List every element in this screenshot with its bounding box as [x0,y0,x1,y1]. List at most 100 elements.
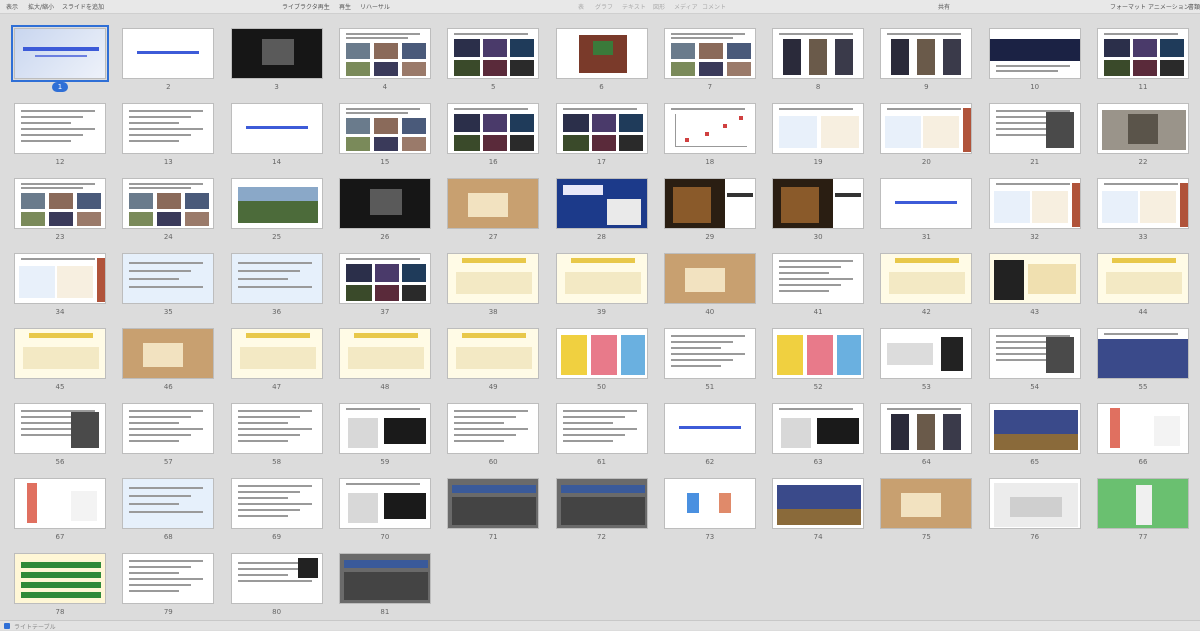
slide-thumbnail[interactable] [880,178,973,229]
slide-thumbnail-cell[interactable]: 4 [338,28,431,96]
slide-thumbnail[interactable] [230,478,323,529]
slide-thumbnail-cell[interactable]: 69 [230,478,323,546]
slide-thumbnail[interactable] [772,403,865,454]
slide-thumbnail-cell[interactable]: 7 [663,28,756,96]
slide-thumbnail[interactable] [338,253,431,304]
slide-thumbnail-cell[interactable]: 3 [230,28,323,96]
slide-thumbnail-cell[interactable]: 50 [555,328,648,396]
slide-thumbnail-cell[interactable]: 56 [14,403,106,471]
slide-thumbnail[interactable] [663,28,756,79]
slide-thumbnail[interactable] [338,178,431,229]
slide-thumbnail[interactable] [663,328,756,379]
slide-thumbnail-cell[interactable]: 48 [338,328,431,396]
slide-thumbnail-cell[interactable]: 34 [14,253,106,321]
slide-thumbnail[interactable] [14,478,106,529]
slide-thumbnail[interactable] [447,328,540,379]
slide-thumbnail[interactable] [663,253,756,304]
slide-thumbnail-cell[interactable]: 12 [14,103,106,171]
slide-thumbnail[interactable] [230,28,323,79]
slide-thumbnail[interactable] [555,403,648,454]
slide-thumbnail-cell[interactable]: 73 [663,478,756,546]
document-button[interactable]: 書類 [1188,2,1200,11]
slide-thumbnail[interactable] [555,103,648,154]
slide-thumbnail[interactable] [1097,28,1189,79]
slide-thumbnail[interactable] [772,328,865,379]
slide-thumbnail[interactable] [122,103,215,154]
add-slide-button[interactable]: スライドを追加 [62,2,104,11]
slide-thumbnail[interactable] [14,103,106,154]
rehearse-button[interactable]: リハーサル [360,2,390,11]
slide-thumbnail-cell[interactable]: 22 [1097,103,1189,171]
slide-thumbnail[interactable] [988,253,1081,304]
slide-thumbnail-cell[interactable]: 59 [338,403,431,471]
slide-thumbnail-cell[interactable]: 11 [1097,28,1189,96]
slide-thumbnail[interactable] [555,478,648,529]
slide-thumbnail[interactable] [230,328,323,379]
slide-thumbnail[interactable] [772,178,865,229]
slide-thumbnail-cell[interactable]: 2 [122,28,215,96]
slide-thumbnail[interactable] [122,478,215,529]
slide-thumbnail[interactable] [880,253,973,304]
slide-thumbnail-cell[interactable]: 43 [988,253,1081,321]
slide-thumbnail-cell[interactable]: 71 [447,478,540,546]
slide-thumbnail[interactable] [14,253,106,304]
slide-thumbnail[interactable] [447,253,540,304]
slide-thumbnail[interactable] [772,28,865,79]
animate-button[interactable]: アニメーション [1148,2,1190,11]
slide-thumbnail-cell[interactable]: 27 [447,178,540,246]
slide-thumbnail[interactable] [1097,178,1189,229]
slide-thumbnail-cell[interactable]: 65 [988,403,1081,471]
slide-thumbnail[interactable] [663,103,756,154]
view-menu-button[interactable]: 表示 [6,2,18,11]
slide-thumbnail[interactable] [663,178,756,229]
slide-thumbnail-cell[interactable]: 64 [880,403,973,471]
slide-thumbnail-cell[interactable]: 79 [122,553,215,621]
media-button[interactable]: メディア [674,2,698,11]
slide-thumbnail-cell[interactable]: 58 [230,403,323,471]
slide-thumbnail-cell[interactable]: 14 [230,103,323,171]
slide-thumbnail[interactable] [1097,103,1189,154]
slide-thumbnail[interactable] [338,478,431,529]
slide-thumbnail[interactable] [880,403,973,454]
slide-thumbnail[interactable] [555,28,648,79]
slide-thumbnail-cell[interactable]: 41 [772,253,865,321]
play-button[interactable]: 再生 [339,2,351,11]
slide-thumbnail-cell[interactable]: 45 [14,328,106,396]
slide-thumbnail[interactable] [988,103,1081,154]
slide-thumbnail-cell[interactable]: 63 [772,403,865,471]
slide-thumbnail-cell[interactable]: 61 [555,403,648,471]
slide-thumbnail[interactable] [555,178,648,229]
slide-thumbnail-cell[interactable]: 49 [447,328,540,396]
slide-thumbnail[interactable] [447,28,540,79]
slide-thumbnail-cell[interactable]: 51 [663,328,756,396]
slide-thumbnail[interactable] [1097,403,1189,454]
share-button[interactable]: 共有 [938,2,950,11]
slide-thumbnail[interactable] [338,403,431,454]
slide-thumbnail[interactable] [988,478,1081,529]
slide-thumbnail-cell[interactable]: 57 [122,403,215,471]
slide-thumbnail-cell[interactable]: 66 [1097,403,1189,471]
slide-thumbnail-cell[interactable]: 42 [880,253,973,321]
slide-thumbnail[interactable] [555,253,648,304]
slide-thumbnail-cell[interactable]: 40 [663,253,756,321]
slide-thumbnail[interactable] [11,25,109,82]
slide-thumbnail-cell[interactable]: 36 [230,253,323,321]
slide-thumbnail[interactable] [14,403,106,454]
slide-thumbnail[interactable] [772,478,865,529]
slide-thumbnail-cell[interactable]: 67 [14,478,106,546]
slide-thumbnail[interactable] [338,28,431,79]
slide-thumbnail-cell[interactable]: 6 [555,28,648,96]
slide-thumbnail[interactable] [880,328,973,379]
slide-thumbnail[interactable] [1097,478,1189,529]
slide-thumbnail-cell[interactable]: 81 [338,553,431,621]
slide-thumbnail-cell[interactable]: 76 [988,478,1081,546]
slide-thumbnail[interactable] [447,478,540,529]
slide-thumbnail-cell[interactable]: 38 [447,253,540,321]
slide-thumbnail-cell[interactable]: 39 [555,253,648,321]
slide-thumbnail[interactable] [230,403,323,454]
slide-thumbnail-cell[interactable]: 17 [555,103,648,171]
slide-thumbnail[interactable] [230,253,323,304]
live-play-button[interactable]: ライブラクタ再生 [282,2,330,11]
slide-thumbnail[interactable] [230,103,323,154]
slide-thumbnail-cell[interactable]: 54 [988,328,1081,396]
